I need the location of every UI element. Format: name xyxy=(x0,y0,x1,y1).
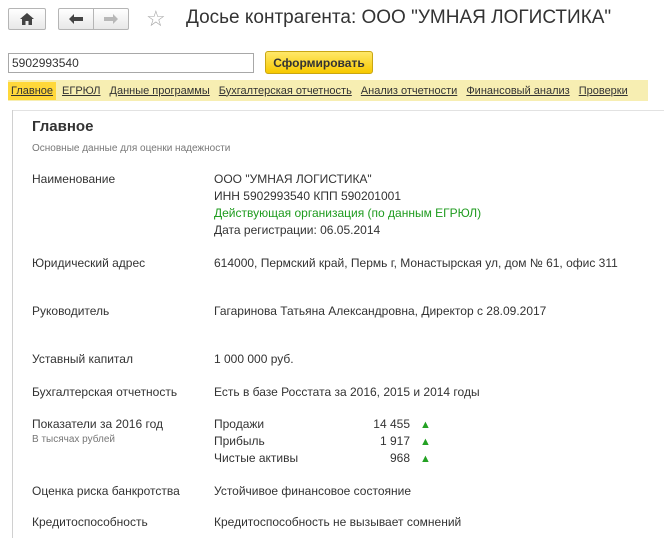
generate-button[interactable]: Сформировать xyxy=(265,51,373,74)
capital-label: Уставный капитал xyxy=(32,352,133,366)
search-input[interactable] xyxy=(8,53,254,73)
indicator-sales-name: Продажи xyxy=(214,417,265,431)
tab-bar: Главное ЕГРЮЛ Данные программы Бухгалтер… xyxy=(8,80,648,101)
indicator-net-assets-name: Чистые активы xyxy=(214,451,299,465)
arrow-left-icon xyxy=(69,14,83,24)
capital-value: 1 000 000 руб. xyxy=(214,352,294,366)
address-value: 614000, Пермский край, Пермь г, Монастыр… xyxy=(214,256,618,270)
section-subtitle: Основные данные для оценки надежности xyxy=(32,143,231,154)
accounting-value: Есть в базе Росстата за 2016, 2015 и 201… xyxy=(214,385,480,399)
tab-checks[interactable]: Проверки xyxy=(576,82,631,100)
tab-egrul[interactable]: ЕГРЮЛ xyxy=(59,82,103,100)
section-title: Главное xyxy=(32,118,94,135)
tab-financial-analysis[interactable]: Финансовый анализ xyxy=(463,82,572,100)
director-label: Руководитель xyxy=(32,304,110,318)
trend-up-icon: ▲ xyxy=(420,419,431,431)
org-status: Действующая организация (по данным ЕГРЮЛ… xyxy=(214,206,482,220)
indicator-sales-value: 14 455 xyxy=(373,417,410,431)
org-inn-kpp: ИНН 5902993540 КПП 590201001 xyxy=(214,189,402,203)
indicators-label: Показатели за 2016 год xyxy=(32,417,164,431)
tab-main[interactable]: Главное xyxy=(8,81,57,100)
org-name: ООО "УМНАЯ ЛОГИСТИКА" xyxy=(214,172,372,186)
accounting-label: Бухгалтерская отчетность xyxy=(32,385,178,399)
director-value: Гагаринова Татьяна Александровна, Директ… xyxy=(214,304,547,318)
bankruptcy-label: Оценка риска банкротства xyxy=(32,484,180,498)
trend-up-icon: ▲ xyxy=(420,453,431,465)
tab-accounting-reports[interactable]: Бухгалтерская отчетность xyxy=(216,82,355,100)
credit-value: Кредитоспособность не вызывает сомнений xyxy=(214,515,462,529)
indicator-net-assets-value: 968 xyxy=(389,451,410,465)
credit-label: Кредитоспособность xyxy=(32,515,148,529)
back-button[interactable] xyxy=(58,8,94,30)
panel-border-left xyxy=(12,110,13,538)
home-button[interactable] xyxy=(8,8,46,30)
page-title: Досье контрагента: ООО "УМНАЯ ЛОГИСТИКА" xyxy=(186,7,612,28)
bankruptcy-value: Устойчивое финансовое состояние xyxy=(214,484,412,498)
trend-up-icon: ▲ xyxy=(420,436,431,448)
indicator-profit-name: Прибыль xyxy=(214,434,265,448)
home-icon xyxy=(20,13,34,25)
indicators-hint: В тысячах рублей xyxy=(32,434,116,445)
tab-report-analysis[interactable]: Анализ отчетности xyxy=(358,82,461,100)
address-label: Юридический адрес xyxy=(32,256,146,270)
name-label: Наименование xyxy=(32,172,116,186)
favorite-star-icon[interactable]: ☆ xyxy=(146,6,166,32)
org-registration-date: Дата регистрации: 06.05.2014 xyxy=(214,223,381,237)
panel-border-top xyxy=(12,110,664,111)
forward-button[interactable] xyxy=(93,8,129,30)
tab-program-data[interactable]: Данные программы xyxy=(107,82,213,100)
arrow-right-icon xyxy=(104,14,118,24)
indicator-profit-value: 1 917 xyxy=(379,434,410,448)
